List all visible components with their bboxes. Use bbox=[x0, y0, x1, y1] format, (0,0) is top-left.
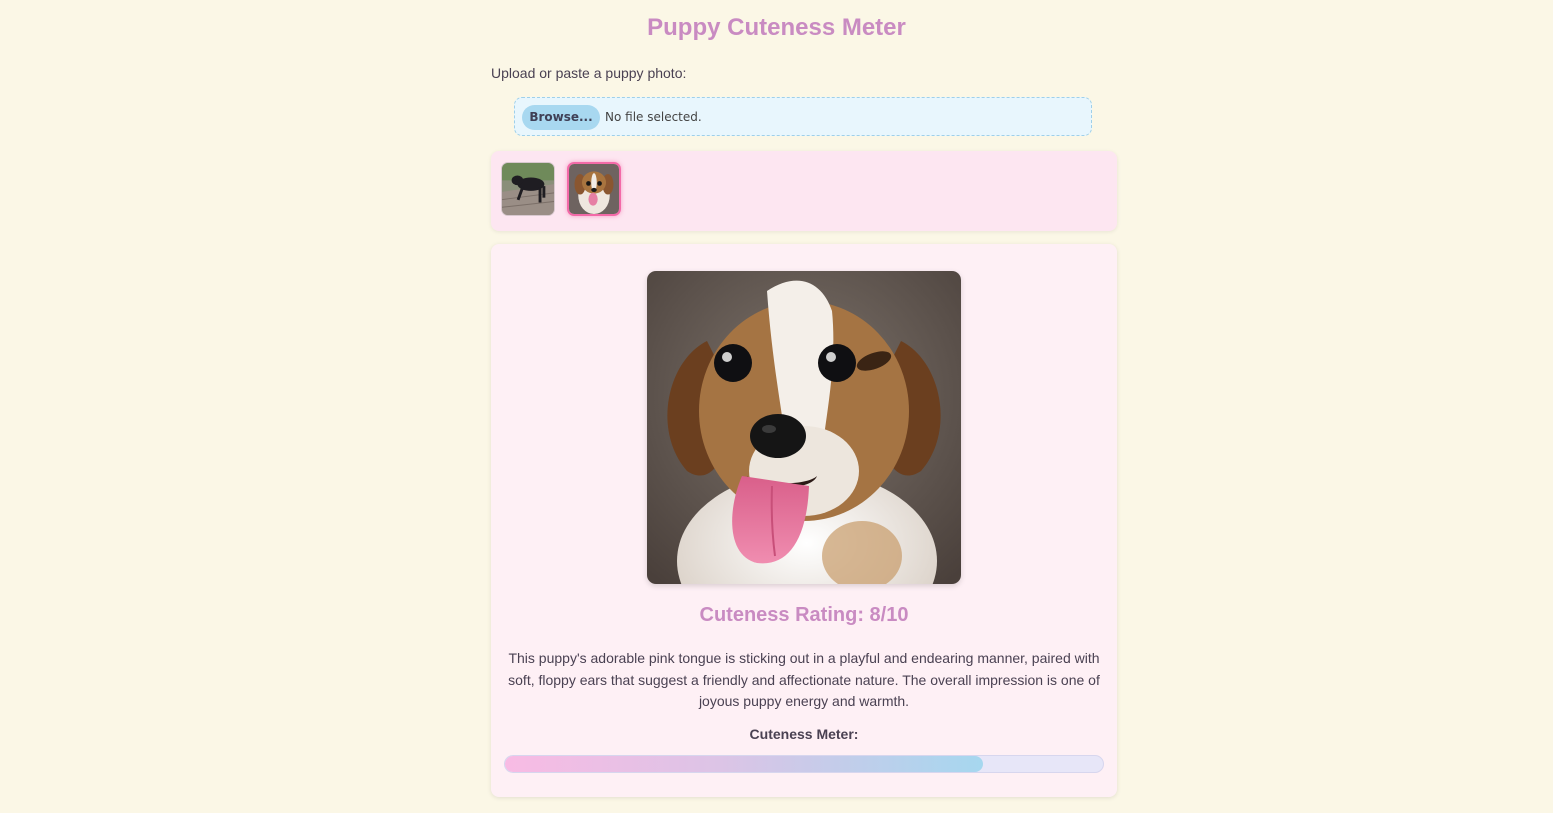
cuteness-meter bbox=[504, 755, 1104, 773]
meter-label: Cuteness Meter: bbox=[749, 726, 859, 742]
browse-button[interactable]: Browse... bbox=[522, 105, 600, 130]
upload-label: Upload or paste a puppy photo: bbox=[491, 65, 687, 81]
cuteness-rating: Cuteness Rating: 8/10 bbox=[699, 604, 909, 626]
black-dog-thumbnail[interactable] bbox=[501, 162, 555, 216]
black-dog-image bbox=[502, 163, 554, 215]
file-upload-zone[interactable]: Browse... No file selected. bbox=[514, 97, 1092, 136]
tongue-puppy-thumbnail[interactable] bbox=[567, 162, 621, 216]
result-card: Cuteness Rating: 8/10 This puppy's adora… bbox=[491, 244, 1117, 797]
page-title: Puppy Cuteness Meter bbox=[647, 14, 906, 41]
puppy-thumbnail-image bbox=[569, 164, 619, 214]
cuteness-meter-fill bbox=[505, 756, 984, 772]
puppy-photo-image bbox=[647, 271, 961, 584]
file-status-text: No file selected. bbox=[605, 110, 702, 124]
thumbnail-strip bbox=[491, 151, 1117, 231]
rating-description: This puppy's adorable pink tongue is sti… bbox=[508, 650, 1100, 710]
puppy-photo bbox=[647, 271, 961, 584]
